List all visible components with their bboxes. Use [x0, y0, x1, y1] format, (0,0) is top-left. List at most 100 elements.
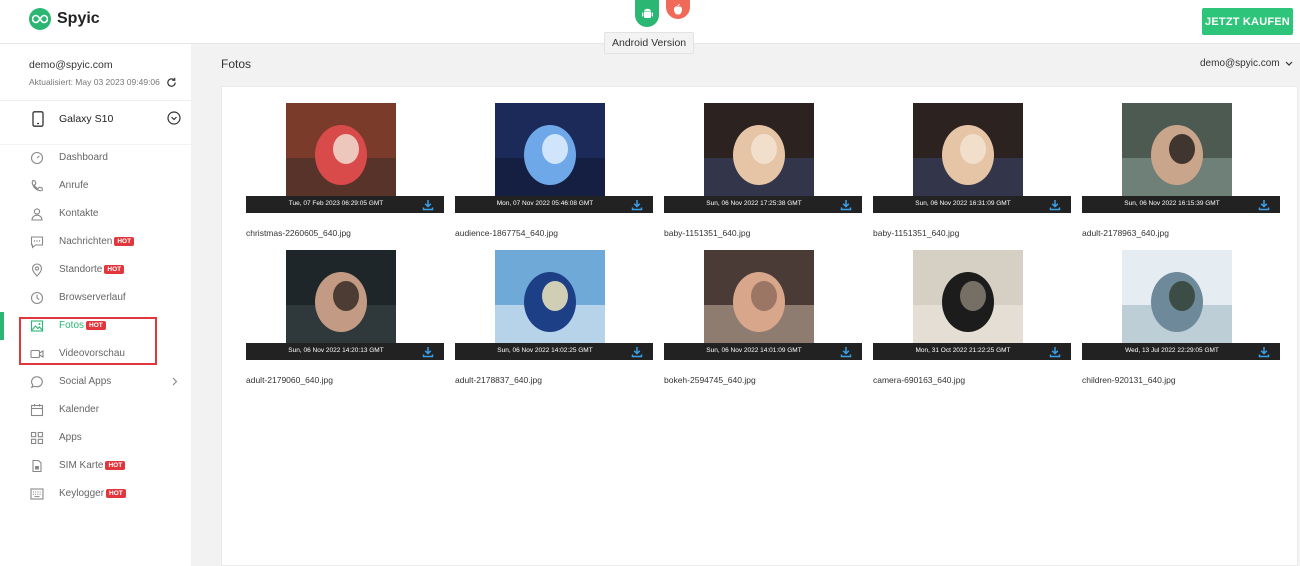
photo-date: Mon, 07 Nov 2022 05:46:08 GMT [496, 200, 594, 207]
calendar-icon [30, 404, 44, 417]
sidebar-item-label: SIM Karte [59, 460, 104, 471]
sim-icon [32, 459, 42, 473]
download-icon[interactable] [422, 198, 434, 211]
hot-badge: HOT [106, 489, 126, 498]
page-title: Fotos [221, 57, 252, 71]
photo-info-bar: Sun, 06 Nov 2022 16:15:39 GMT [1082, 196, 1280, 213]
photo-date: Sun, 06 Nov 2022 14:20:13 GMT [288, 347, 384, 354]
chevron-right-icon [172, 377, 178, 386]
photo-date: Wed, 13 Jul 2022 22:29:05 GMT [1125, 347, 1219, 354]
photo-date: Sun, 06 Nov 2022 14:01:09 GMT [706, 347, 802, 354]
sidebar-item-dashboard[interactable]: Dashboard [0, 144, 191, 172]
download-icon[interactable] [1258, 198, 1270, 211]
phone-icon [31, 179, 44, 192]
apple-icon [674, 4, 682, 15]
tooltip: Android Version [604, 32, 695, 54]
sidebar-item-messages[interactable]: Nachrichten HOT [0, 228, 191, 256]
hot-badge: HOT [114, 237, 135, 246]
photo-date: Sun, 06 Nov 2022 16:31:09 GMT [915, 200, 1011, 207]
download-icon[interactable] [840, 198, 852, 211]
photo-info-bar: Sun, 06 Nov 2022 14:20:13 GMT [246, 343, 444, 360]
sidebar-item-browser-history[interactable]: Browserverlauf [0, 284, 191, 312]
photo-filename: baby-1151351_640.jpg [873, 228, 960, 238]
highlight-box [19, 317, 157, 365]
refresh-icon[interactable] [166, 77, 177, 88]
photo-filename: camera-690163_640.jpg [873, 375, 966, 385]
brand-name: Spyic [57, 10, 100, 27]
hot-badge: HOT [104, 265, 125, 274]
user-menu[interactable]: demo@spyic.com [1200, 58, 1293, 69]
photo-date: Sun, 06 Nov 2022 16:15:39 GMT [1124, 200, 1220, 207]
hot-badge: HOT [105, 461, 126, 470]
photo-gallery: Tue, 07 Feb 2023 06:29:05 GMT christmas-2… [221, 86, 1298, 566]
photo-info-bar: Wed, 13 Jul 2022 22:29:05 GMT [1082, 343, 1280, 360]
photo-date: Tue, 07 Feb 2023 06:29:05 GMT [288, 200, 384, 207]
sidebar: demo@spyic.com Aktualisiert: May 03 2023… [0, 44, 191, 566]
sidebar-item-apps[interactable]: Apps [0, 424, 191, 452]
download-icon[interactable] [422, 345, 434, 358]
download-icon[interactable] [840, 345, 852, 358]
infinity-icon [29, 8, 51, 30]
sidebar-item-keylogger[interactable]: Keylogger HOT [0, 480, 191, 508]
contacts-icon [31, 208, 43, 221]
sidebar-item-locations[interactable]: Standorte HOT [0, 256, 191, 284]
photo-date: Mon, 31 Oct 2022 21:22:25 GMT [915, 347, 1011, 354]
photo-info-bar: Mon, 07 Nov 2022 05:46:08 GMT [455, 196, 653, 213]
sidebar-item-label: Nachrichten [59, 236, 113, 247]
android-icon [641, 8, 653, 18]
sidebar-item-label: Browserverlauf [59, 292, 126, 303]
photo-info-bar: Sun, 06 Nov 2022 14:01:09 GMT [664, 343, 862, 360]
phone-device-icon [32, 111, 44, 127]
buy-now-button[interactable]: JETZT KAUFEN [1202, 8, 1293, 35]
download-icon[interactable] [631, 345, 643, 358]
sidebar-item-label: Social Apps [59, 376, 112, 387]
photo-info-bar: Sun, 06 Nov 2022 16:31:09 GMT [873, 196, 1071, 213]
last-updated: Aktualisiert: May 03 2023 09:49:06 [29, 77, 160, 87]
photo-filename: adult-2179060_640.jpg [246, 375, 333, 385]
active-indicator [0, 312, 4, 340]
download-icon[interactable] [631, 198, 643, 211]
sidebar-item-label: Kalender [59, 404, 100, 415]
sidebar-item-social-apps[interactable]: Social Apps [0, 368, 191, 396]
photo-filename: children-920131_640.jpg [1082, 375, 1176, 385]
android-version-button[interactable] [635, 0, 659, 27]
ios-version-button[interactable] [666, 0, 690, 19]
sidebar-item-label: Apps [59, 432, 82, 443]
user-menu-email: demo@spyic.com [1200, 58, 1280, 69]
chevron-down-icon [1285, 61, 1293, 66]
account-email: demo@spyic.com [29, 59, 113, 71]
chat-icon [30, 376, 43, 389]
sidebar-item-label: Kontakte [59, 208, 99, 219]
sidebar-item-calendar[interactable]: Kalender [0, 396, 191, 424]
photo-filename: baby-1151351_640.jpg [664, 228, 751, 238]
download-icon[interactable] [1049, 345, 1061, 358]
history-icon [30, 291, 44, 305]
photo-info-bar: Sun, 06 Nov 2022 14:02:25 GMT [455, 343, 653, 360]
photo-info-bar: Mon, 31 Oct 2022 21:22:25 GMT [873, 343, 1071, 360]
device-name: Galaxy S10 [59, 113, 114, 125]
sidebar-item-label: Anrufe [59, 180, 89, 191]
photo-info-bar: Tue, 07 Feb 2023 06:29:05 GMT [246, 196, 444, 213]
download-icon[interactable] [1049, 198, 1061, 211]
sidebar-item-contacts[interactable]: Kontakte [0, 200, 191, 228]
message-icon [30, 236, 44, 249]
sidebar-item-label: Dashboard [59, 152, 108, 163]
photo-filename: adult-2178963_640.jpg [1082, 228, 1169, 238]
photo-filename: audience-1867754_640.jpg [455, 228, 559, 238]
sidebar-item-label: Standorte [59, 264, 103, 275]
device-selector[interactable]: Galaxy S10 [0, 100, 191, 144]
chevron-down-circle-icon[interactable] [167, 111, 181, 125]
photo-filename: bokeh-2594745_640.jpg [664, 375, 756, 385]
sidebar-item-label: Keylogger [59, 488, 105, 499]
sidebar-item-calls[interactable]: Anrufe [0, 172, 191, 200]
photo-filename: christmas-2260605_640.jpg [246, 228, 351, 238]
photo-date: Sun, 06 Nov 2022 17:25:38 GMT [706, 200, 802, 207]
logo[interactable]: Spyic [29, 8, 100, 30]
photo-date: Sun, 06 Nov 2022 14:02:25 GMT [497, 347, 593, 354]
apps-icon [30, 431, 44, 445]
download-icon[interactable] [1258, 345, 1270, 358]
photo-info-bar: Sun, 06 Nov 2022 17:25:38 GMT [664, 196, 862, 213]
location-icon [31, 263, 43, 277]
sidebar-item-sim-card[interactable]: SIM Karte HOT [0, 452, 191, 480]
photo-filename: adult-2178837_640.jpg [455, 375, 542, 385]
